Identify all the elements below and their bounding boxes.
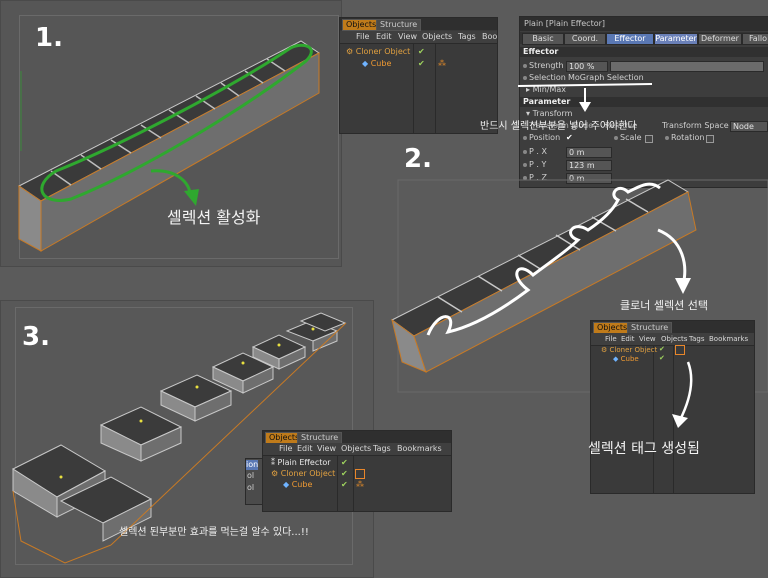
menu-objects[interactable]: Objects [422, 32, 452, 42]
strength-label: Strength [529, 61, 564, 70]
tab-effector[interactable]: Effector [606, 33, 654, 45]
visibility-check-icon[interactable]: ✔ [418, 59, 425, 68]
tab-coord[interactable]: Coord. [564, 33, 606, 45]
step-number-2: 2. [404, 144, 432, 174]
om-row-cloner[interactable]: ⚙ Cloner Object [271, 469, 335, 479]
tab-parameter[interactable]: Parameter [654, 33, 698, 45]
caption-selection-activate: 셀렉션 활성화 [167, 208, 261, 227]
visibility-check-icon[interactable]: ✔ [341, 480, 348, 489]
menu-file[interactable]: File [605, 334, 617, 344]
cloner-icon: ⚙ [271, 469, 279, 478]
menu-tags[interactable]: Tags [373, 444, 391, 454]
menu-tags[interactable]: Tags [689, 334, 705, 344]
menu-view[interactable]: View [317, 444, 336, 454]
om-tabs: Objects Structure [340, 18, 497, 31]
visibility-check-icon[interactable]: ✔ [659, 345, 665, 353]
cube-icon: ◆ [362, 59, 369, 68]
texture-tag-icon[interactable]: ⁂ [356, 480, 364, 489]
menu-edit[interactable]: Edit [297, 444, 313, 454]
menu-objects[interactable]: Objects [661, 334, 687, 344]
visibility-check-icon[interactable]: ✔ [341, 458, 348, 467]
menu-bookmarks[interactable]: Bookmarks [397, 444, 442, 454]
caption-cloner-select: 클로너 셀렉션 선택 [620, 299, 708, 312]
selection-label: Selection [529, 73, 566, 82]
om-menubar: File Edit View Objects Tags Boo [340, 31, 497, 44]
minmax-group[interactable]: ▸ Min/Max [526, 85, 566, 95]
om-row-plain-effector[interactable]: ⁑ Plain Effector [271, 458, 331, 468]
visibility-check-icon[interactable]: ✔ [418, 47, 425, 56]
tab-falloff[interactable]: Fallo [742, 33, 768, 45]
object-manager-mid[interactable]: Objects Structure File Edit View Objects… [590, 320, 755, 494]
tab-basic[interactable]: Basic [522, 33, 564, 45]
effector-section: Effector [520, 47, 768, 57]
om-row-cloner[interactable]: ⚙ Cloner Object [346, 47, 410, 57]
menu-file[interactable]: File [279, 444, 292, 454]
effector-icon: ⁑ [271, 458, 275, 467]
menu-bookmarks[interactable]: Bookmarks [709, 334, 748, 344]
cloner-icon: ⚙ [601, 346, 608, 354]
triangle-right-icon: ▸ [526, 85, 531, 94]
caption-selection-tag-created: 셀렉션 태그 생성됨 [588, 441, 700, 457]
cube-icon: ◆ [283, 480, 290, 489]
menu-bookmarks[interactable]: Boo [482, 32, 497, 42]
om-row-cube[interactable]: ◆ Cube [613, 354, 639, 364]
visibility-check-icon[interactable]: ✔ [341, 469, 348, 478]
selection-tag-icon[interactable] [675, 345, 685, 355]
selection-tag-icon[interactable] [355, 469, 365, 479]
texture-tag-icon[interactable]: ⁂ [438, 59, 446, 68]
cloner-icon: ⚙ [346, 47, 354, 56]
om-menubar: File Edit View Objects Tags Bookmarks [263, 443, 451, 456]
tab-objects[interactable]: Objects [342, 19, 381, 31]
menu-view[interactable]: View [639, 334, 656, 344]
cube-icon: ◆ [613, 355, 619, 363]
menu-edit[interactable]: Edit [621, 334, 635, 344]
strength-field[interactable]: 100 % [566, 61, 608, 72]
om-tabs: Objects Structure [263, 431, 451, 444]
step-number-3: 3. [22, 322, 50, 352]
tab-structure[interactable]: Structure [376, 19, 422, 31]
step-number-1: 1. [35, 23, 63, 53]
om-row-cube[interactable]: ◆ Cube [283, 480, 312, 490]
selection-value[interactable]: MoGraph Selection [568, 73, 644, 83]
object-manager-bottom[interactable]: Objects Structure File Edit View Objects… [262, 430, 452, 512]
strength-slider[interactable] [610, 61, 764, 72]
tab-deformer[interactable]: Deformer [698, 33, 742, 45]
am-title: Plain [Plain Effector] [520, 17, 768, 31]
menu-objects[interactable]: Objects [341, 444, 371, 454]
menu-view[interactable]: View [398, 32, 417, 42]
visibility-check-icon[interactable]: ✔ [659, 354, 665, 362]
menu-tags[interactable]: Tags [458, 32, 476, 42]
om-tabs: Objects Structure [591, 321, 754, 334]
viewport-step-1[interactable]: 1. 셀렉션 활성화 [0, 0, 342, 267]
am-tabs: Basic Coord. Effector Parameter Deformer… [520, 32, 768, 45]
om-row-cube[interactable]: ◆ Cube [362, 59, 391, 69]
caption-only-selected-effect: 셀렉션 된부분만 효과를 먹는걸 알수 있다...!! [119, 527, 309, 538]
menu-file[interactable]: File [356, 32, 369, 42]
menu-edit[interactable]: Edit [376, 32, 392, 42]
